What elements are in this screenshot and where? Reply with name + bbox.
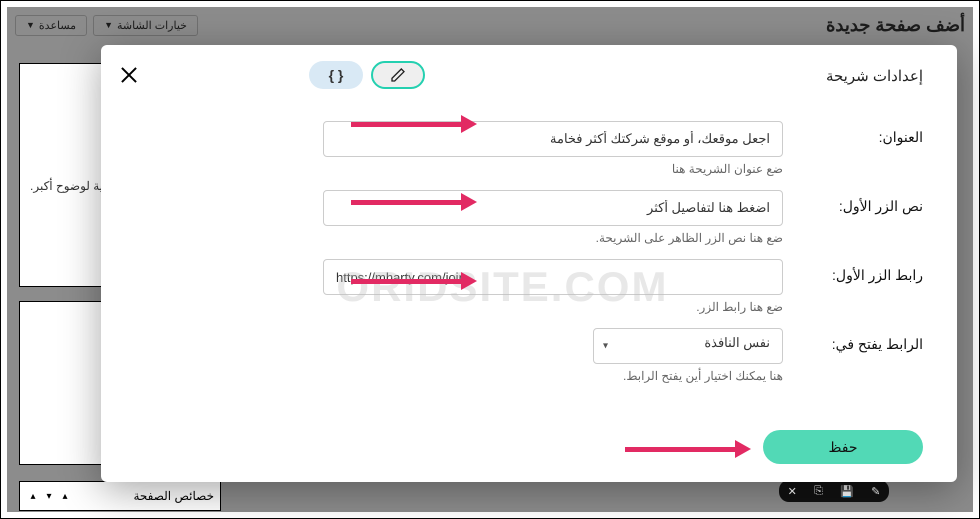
edit-view-toggle[interactable]	[371, 61, 425, 89]
edit-icon[interactable]: ✎	[871, 485, 880, 498]
close-icon[interactable]: ✕	[788, 485, 797, 498]
modal-title: إعدادات شريحة	[826, 67, 923, 85]
widget-box-3: خصائص الصفحة ▴ ▾ ▴	[19, 481, 221, 511]
btn1-link-label: رابط الزر الأول:	[803, 259, 923, 284]
chevron-up-icon[interactable]: ▴	[26, 489, 40, 503]
close-icon[interactable]	[119, 65, 139, 85]
save-icon[interactable]: 💾	[840, 485, 854, 498]
save-button[interactable]: حفظ	[763, 430, 923, 464]
link-target-label: الرابط يفتح في:	[803, 328, 923, 353]
btn1-link-input[interactable]	[323, 259, 783, 295]
floating-toolbar[interactable]: ✕ ⎘ 💾 ✎	[779, 480, 889, 502]
btn1-text-hint: ضع هنا نص الزر الظاهر على الشريحة.	[323, 231, 783, 245]
link-target-select[interactable]: نفس النافذة	[593, 328, 783, 364]
annotation-arrow	[625, 440, 751, 458]
btn1-text-label: نص الزر الأول:	[803, 190, 923, 215]
pencil-icon	[390, 67, 406, 83]
title-input[interactable]	[323, 121, 783, 157]
chevron-down-icon[interactable]: ▾	[42, 489, 56, 503]
title-hint: ضع عنوان الشريحة هنا	[323, 162, 783, 176]
copy-icon[interactable]: ⎘	[814, 485, 823, 498]
title-label: العنوان:	[803, 121, 923, 146]
caret-toggle-icon[interactable]: ▴	[58, 489, 72, 503]
btn1-text-input[interactable]	[323, 190, 783, 226]
code-view-toggle[interactable]: { }	[309, 61, 363, 89]
link-target-hint: هنا يمكنك اختيار أين يفتح الرابط.	[323, 369, 783, 383]
btn1-link-hint: ضع هنا رابط الزر.	[323, 300, 783, 314]
page-props-label: خصائص الصفحة	[133, 489, 214, 503]
slide-settings-modal: إعدادات شريحة { } العنوان: ضع عنوان الشر…	[101, 45, 957, 482]
